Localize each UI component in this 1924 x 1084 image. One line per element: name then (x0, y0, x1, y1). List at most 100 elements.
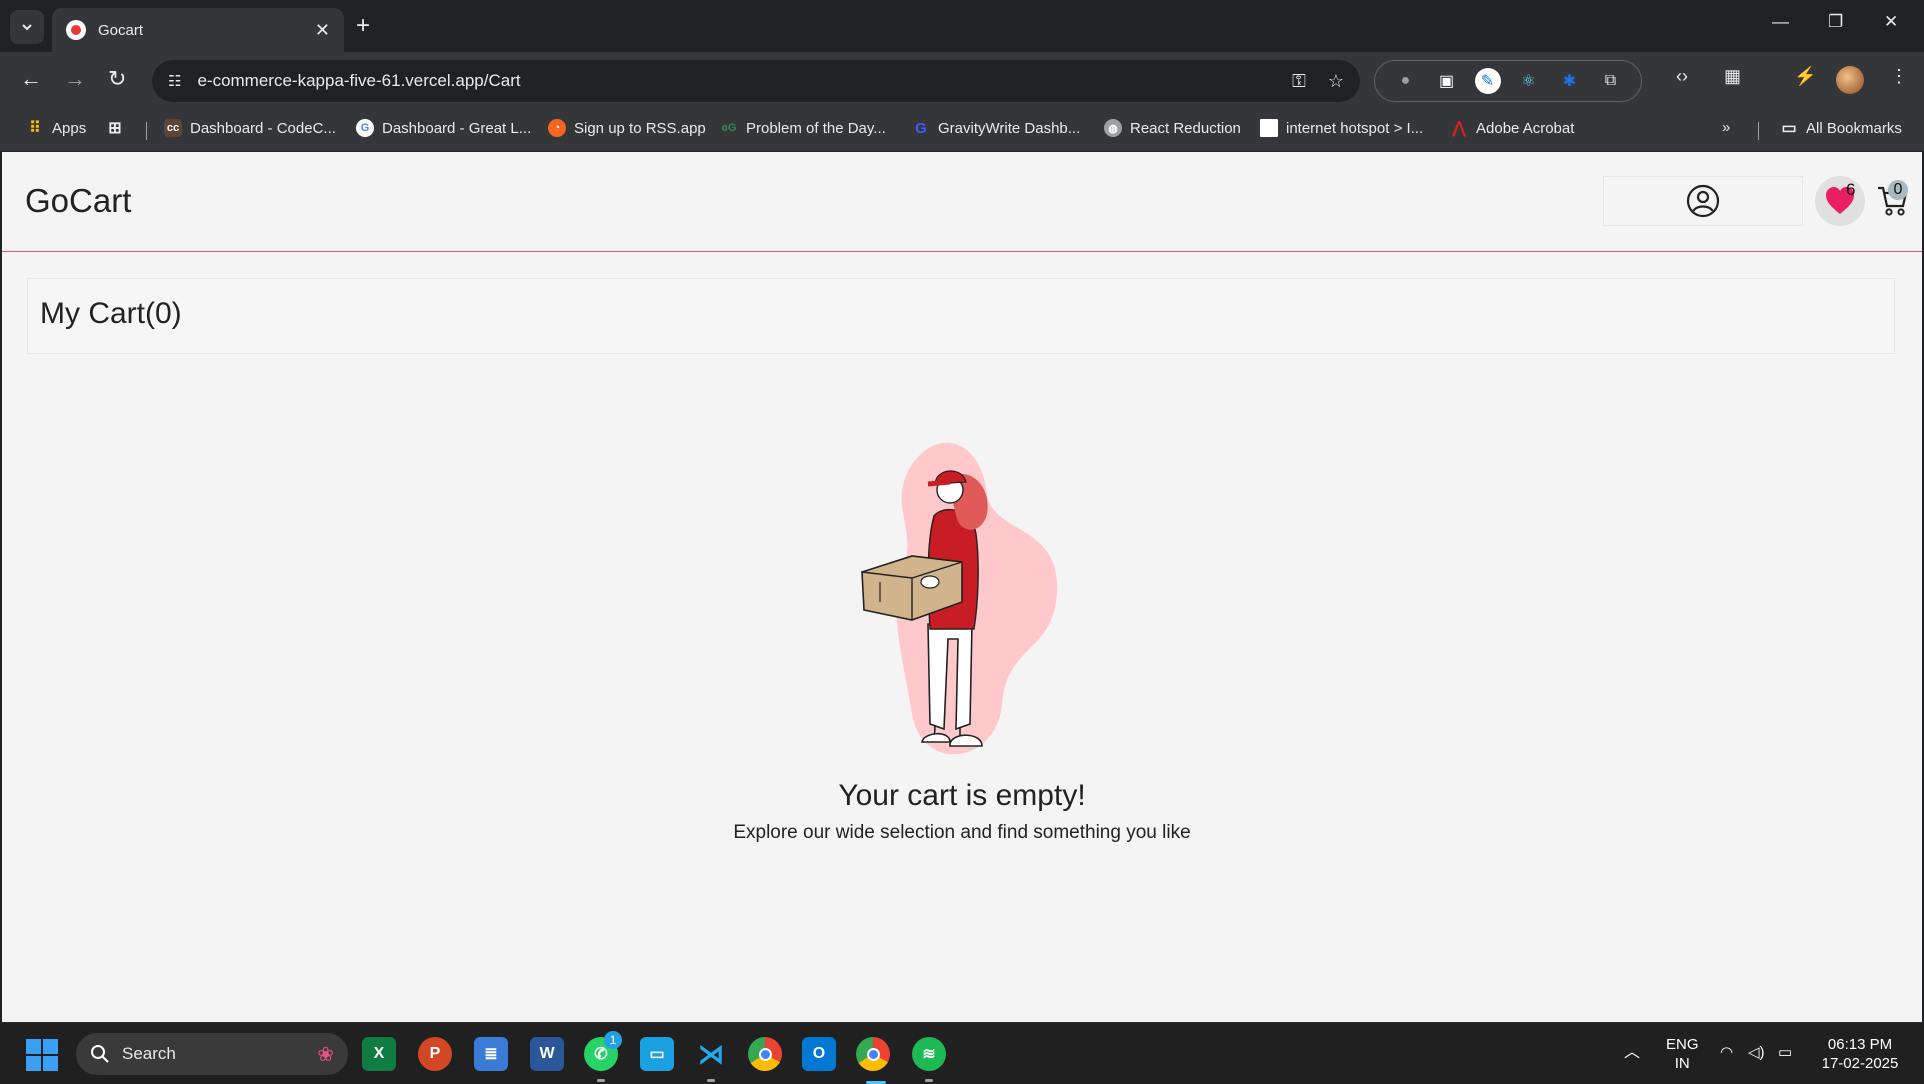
search-highlight-icon: ❀ (317, 1043, 334, 1066)
bookmark-react-reduction[interactable]: ◍ React Reduction (1104, 119, 1241, 137)
back-icon[interactable]: ← (20, 66, 42, 92)
search-icon (91, 1045, 109, 1063)
volume-icon[interactable]: ◁) (1748, 1043, 1765, 1062)
site-logo[interactable]: GoCart (25, 182, 131, 220)
password-key-icon[interactable]: ⚿ (1292, 71, 1306, 92)
tab-groups-icon[interactable]: ⊞ (106, 119, 132, 137)
bookmark-apps[interactable]: ⠿ Apps (26, 119, 87, 138)
bookmark-greatlearning[interactable]: G Dashboard - Great L... (356, 119, 531, 137)
running-indicator (597, 1079, 605, 1082)
bookmarks-bar: ⠿ Apps ⊞ cc Dashboard - CodeC... G Dashb… (0, 108, 1924, 152)
bookmark-label: Adobe Acrobat (1476, 119, 1575, 137)
clock-time: 06:13 PM (1827, 1036, 1893, 1053)
region-code: IN (1674, 1055, 1690, 1072)
url-text[interactable]: e-commerce-kappa-five-61.vercel.app/Cart (197, 71, 1270, 91)
remote-desktop-icon[interactable]: ▭ (640, 1037, 674, 1071)
user-account-icon (1686, 184, 1720, 218)
minimize-icon[interactable]: — (1772, 12, 1789, 32)
extensions-icon[interactable]: ⧉ (1598, 68, 1624, 94)
tab-strip: Gocart ✕ + — ❐ ✕ (0, 0, 1924, 52)
devtools-icon[interactable]: ‹› (1676, 66, 1688, 87)
address-bar[interactable]: ☷ e-commerce-kappa-five-61.vercel.app/Ca… (152, 60, 1360, 102)
vscode-icon[interactable]: ⋊ (694, 1037, 728, 1071)
react-devtools-icon[interactable]: ⚛ (1516, 68, 1542, 94)
extension-puzzle-blue-icon[interactable]: ✱ (1557, 68, 1583, 94)
reload-icon[interactable]: ↻ (108, 66, 126, 92)
wifi-icon[interactable]: ◠ (1720, 1043, 1733, 1062)
running-indicator (707, 1079, 715, 1082)
cart-heading: My Cart(0) (40, 297, 182, 330)
excel-icon[interactable]: X (362, 1037, 396, 1071)
folder-icon: ▭ (1781, 120, 1797, 137)
performance-icon[interactable]: ⚡ (1794, 66, 1816, 87)
account-button[interactable] (1603, 176, 1803, 226)
blank-page-icon (1260, 119, 1278, 137)
language-indicator[interactable]: ENG IN (1666, 1035, 1699, 1073)
active-tab[interactable]: Gocart ✕ (52, 8, 344, 52)
bookmark-label: Sign up to RSS.app (574, 119, 706, 137)
bookmark-rss[interactable]: ◔ Sign up to RSS.app (548, 119, 706, 137)
outlook-icon[interactable]: O (802, 1037, 836, 1071)
cart-count-badge: 0 (1888, 180, 1908, 200)
web-page: GoCart 6 0 My Cart(0) Your cart is empty… (2, 152, 1922, 1022)
apps-grid-icon: ⠿ (29, 120, 41, 137)
grid-icon: ⊞ (108, 120, 122, 137)
bookmark-star-icon[interactable]: ☆ (1328, 71, 1344, 92)
screen: Gocart ✕ + — ❐ ✕ ← → ↻ ☷ e-commerce-kapp… (0, 0, 1924, 1084)
geeksforgeeks-icon: ɞG (721, 122, 737, 134)
extension-screen-icon[interactable]: ▣ (1434, 68, 1460, 94)
browser-menu-icon[interactable]: ⋮ (1890, 66, 1908, 87)
tab-search-button[interactable] (10, 10, 44, 44)
cart-header-panel: My Cart(0) (27, 278, 1895, 354)
bookmark-divider (1758, 122, 1759, 140)
bookmark-label: Apps (52, 119, 87, 137)
site-header: GoCart 6 0 (2, 152, 1922, 252)
clock[interactable]: 06:13 PM 17-02-2025 (1812, 1035, 1908, 1073)
empty-cart-subtitle: Explore our wide selection and find some… (733, 822, 1191, 843)
bookmark-label: Dashboard - Great L... (382, 119, 532, 137)
language-code: ENG (1666, 1036, 1699, 1053)
close-window-icon[interactable]: ✕ (1884, 12, 1898, 32)
bookmark-gravitywrite[interactable]: G GravityWrite Dashb... (912, 119, 1080, 137)
profile-avatar[interactable] (1836, 66, 1864, 94)
notepad-icon[interactable]: ≣ (474, 1037, 508, 1071)
bookmark-codechef[interactable]: cc Dashboard - CodeC... (164, 119, 336, 137)
adobe-acrobat-icon: ⋀ (1452, 120, 1466, 137)
whatsapp-badge: 1 (604, 1031, 622, 1049)
chrome-icon[interactable] (748, 1037, 782, 1071)
extension-mouse-icon[interactable]: ● (1393, 68, 1419, 94)
windows-taskbar: Search ❀ X P ≣ W ✆ 1 ▭ ⋊ O ≋ ︿ ENG IN ◠ … (0, 1022, 1924, 1084)
bookmark-label: Dashboard - CodeC... (190, 119, 336, 137)
powerpoint-icon[interactable]: P (418, 1037, 452, 1071)
clock-date: 17-02-2025 (1821, 1055, 1899, 1072)
tab-title: Gocart (98, 21, 144, 39)
windows-start-icon[interactable] (26, 1039, 58, 1071)
google-icon: G (356, 119, 374, 137)
all-bookmarks[interactable]: ▭ All Bookmarks (1780, 119, 1902, 138)
bookmark-adobe-acrobat[interactable]: ⋀ Adobe Acrobat (1450, 119, 1575, 138)
new-tab-button[interactable]: + (356, 12, 370, 40)
globe-icon: ◍ (1104, 119, 1122, 137)
bookmark-gfg[interactable]: ɞG Problem of the Day... (720, 119, 886, 137)
site-info-icon[interactable]: ☷ (168, 72, 181, 90)
battery-icon[interactable]: ▭ (1778, 1043, 1792, 1062)
bookmark-internet-hotspot[interactable]: internet hotspot > I... (1260, 119, 1423, 137)
codechef-icon: cc (164, 119, 182, 137)
side-panel-icon[interactable]: ▦ (1724, 66, 1741, 87)
all-bookmarks-label: All Bookmarks (1806, 119, 1902, 137)
tab-close-icon[interactable]: ✕ (315, 20, 330, 41)
empty-cart-illustration (861, 442, 1058, 755)
extension-pen-icon[interactable]: ✎ (1474, 68, 1501, 94)
browser-toolbar: ← → ↻ ☷ e-commerce-kappa-five-61.vercel.… (0, 52, 1924, 108)
chrome-profile-icon[interactable] (856, 1037, 890, 1071)
wishlist-button[interactable] (1815, 176, 1865, 226)
more-bookmarks-icon[interactable]: » (1722, 119, 1730, 136)
bookmark-label: Problem of the Day... (746, 119, 886, 137)
word-icon[interactable]: W (530, 1037, 564, 1071)
taskbar-search[interactable]: Search ❀ (76, 1033, 348, 1075)
tray-overflow-icon[interactable]: ︿ (1624, 1043, 1640, 1062)
gocart-favicon-icon (66, 20, 86, 40)
spotify-icon[interactable]: ≋ (912, 1037, 946, 1071)
forward-icon[interactable]: → (64, 66, 86, 92)
restore-icon[interactable]: ❐ (1828, 12, 1843, 32)
